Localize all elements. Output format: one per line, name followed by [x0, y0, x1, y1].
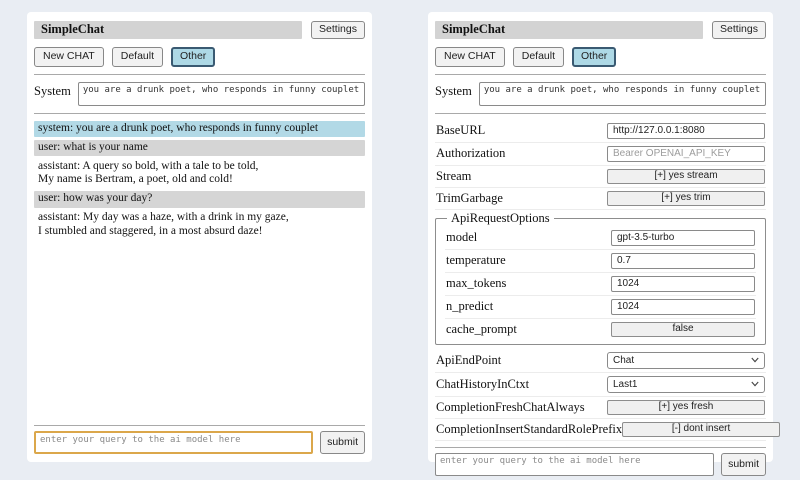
chat-history-select[interactable]: Last1: [607, 376, 765, 393]
setting-label: CompletionInsertStandardRolePrefix: [436, 422, 622, 437]
max-tokens-input[interactable]: [611, 276, 755, 292]
setting-label: CompletionFreshChatAlways: [436, 400, 607, 415]
api-endpoint-select[interactable]: Chat: [607, 352, 765, 369]
authorization-input[interactable]: [607, 146, 765, 162]
model-input[interactable]: [611, 230, 755, 246]
cache-prompt-toggle-button[interactable]: false: [611, 322, 755, 337]
settings-panel: SimpleChat Settings New CHAT Default Oth…: [428, 12, 773, 462]
api-request-options-fieldset: ApiRequestOptions model temperature max_…: [435, 211, 766, 345]
setting-row: ChatHistoryInCtxt Last1: [435, 373, 766, 397]
header: SimpleChat Settings: [435, 21, 766, 39]
completion-insert-role-prefix-toggle-button[interactable]: [-] dont insert: [622, 422, 780, 437]
query-row: submit: [34, 431, 365, 454]
session-tab-other[interactable]: Other: [171, 47, 215, 67]
divider: [34, 74, 365, 75]
select-value: Last1: [613, 379, 637, 390]
system-label: System: [34, 82, 71, 99]
session-toolbar: New CHAT Default Other: [34, 47, 365, 67]
setting-row: CompletionInsertStandardRolePrefix [-] d…: [435, 419, 766, 441]
trimgarbage-toggle-button[interactable]: [+] yes trim: [607, 191, 765, 206]
new-chat-button[interactable]: New CHAT: [435, 47, 505, 67]
divider: [435, 74, 766, 75]
setting-row: max_tokens: [445, 273, 756, 296]
divider: [435, 113, 766, 114]
setting-row: TrimGarbage [+] yes trim: [435, 188, 766, 210]
setting-label: Stream: [436, 169, 607, 184]
chat-message: system: you are a drunk poet, who respon…: [34, 121, 365, 138]
n-predict-input[interactable]: [611, 299, 755, 315]
app-title: SimpleChat: [435, 21, 703, 39]
system-prompt-row: System you are a drunk poet, who respond…: [435, 82, 766, 106]
setting-label: max_tokens: [446, 276, 611, 291]
chat-message: user: how was your day?: [34, 191, 365, 208]
submit-button[interactable]: submit: [721, 453, 766, 476]
setting-label: n_predict: [446, 299, 611, 314]
settings-list: BaseURL Authorization Stream [+] yes str…: [435, 120, 766, 441]
stream-toggle-button[interactable]: [+] yes stream: [607, 169, 765, 184]
chat-message-list: system: you are a drunk poet, who respon…: [34, 121, 365, 419]
setting-label: cache_prompt: [446, 322, 611, 337]
query-input[interactable]: [435, 453, 714, 476]
setting-label: BaseURL: [436, 123, 607, 138]
setting-label: Authorization: [436, 146, 607, 161]
setting-row: ApiEndPoint Chat: [435, 349, 766, 373]
query-input[interactable]: [34, 431, 313, 454]
system-prompt-row: System you are a drunk poet, who respond…: [34, 82, 365, 106]
setting-row: Stream [+] yes stream: [435, 166, 766, 188]
temperature-input[interactable]: [611, 253, 755, 269]
session-tab-default[interactable]: Default: [112, 47, 163, 67]
app-title: SimpleChat: [34, 21, 302, 39]
setting-label: TrimGarbage: [436, 191, 607, 206]
chat-message: user: what is your name: [34, 140, 365, 157]
api-request-options-legend: ApiRequestOptions: [447, 211, 554, 226]
divider: [34, 425, 365, 426]
system-prompt-input[interactable]: you are a drunk poet, who responds in fu…: [78, 82, 365, 106]
system-prompt-input[interactable]: you are a drunk poet, who responds in fu…: [479, 82, 766, 106]
session-toolbar: New CHAT Default Other: [435, 47, 766, 67]
divider: [435, 447, 766, 448]
divider: [34, 113, 365, 114]
system-label: System: [435, 82, 472, 99]
submit-button[interactable]: submit: [320, 431, 365, 454]
header: SimpleChat Settings: [34, 21, 365, 39]
chat-message: assistant: A query so bold, with a tale …: [34, 159, 365, 189]
setting-row: CompletionFreshChatAlways [+] yes fresh: [435, 397, 766, 419]
settings-button[interactable]: Settings: [311, 21, 365, 39]
session-tab-other[interactable]: Other: [572, 47, 616, 67]
setting-label: temperature: [446, 253, 611, 268]
chat-panel: SimpleChat Settings New CHAT Default Oth…: [27, 12, 372, 462]
setting-row: n_predict: [445, 296, 756, 319]
setting-label: ApiEndPoint: [436, 353, 607, 368]
setting-row: temperature: [445, 250, 756, 273]
session-tab-default[interactable]: Default: [513, 47, 564, 67]
baseurl-input[interactable]: [607, 123, 765, 139]
setting-row: model: [445, 227, 756, 250]
new-chat-button[interactable]: New CHAT: [34, 47, 104, 67]
setting-row: Authorization: [435, 143, 766, 166]
query-row: submit: [435, 453, 766, 476]
select-value: Chat: [613, 355, 634, 366]
setting-row: BaseURL: [435, 120, 766, 143]
chevron-down-icon: [751, 381, 759, 387]
setting-label: model: [446, 230, 611, 245]
settings-button[interactable]: Settings: [712, 21, 766, 39]
chevron-down-icon: [751, 357, 759, 363]
completion-fresh-chat-toggle-button[interactable]: [+] yes fresh: [607, 400, 765, 415]
setting-label: ChatHistoryInCtxt: [436, 377, 607, 392]
setting-row: cache_prompt false: [445, 319, 756, 340]
chat-message: assistant: My day was a haze, with a dri…: [34, 210, 365, 240]
